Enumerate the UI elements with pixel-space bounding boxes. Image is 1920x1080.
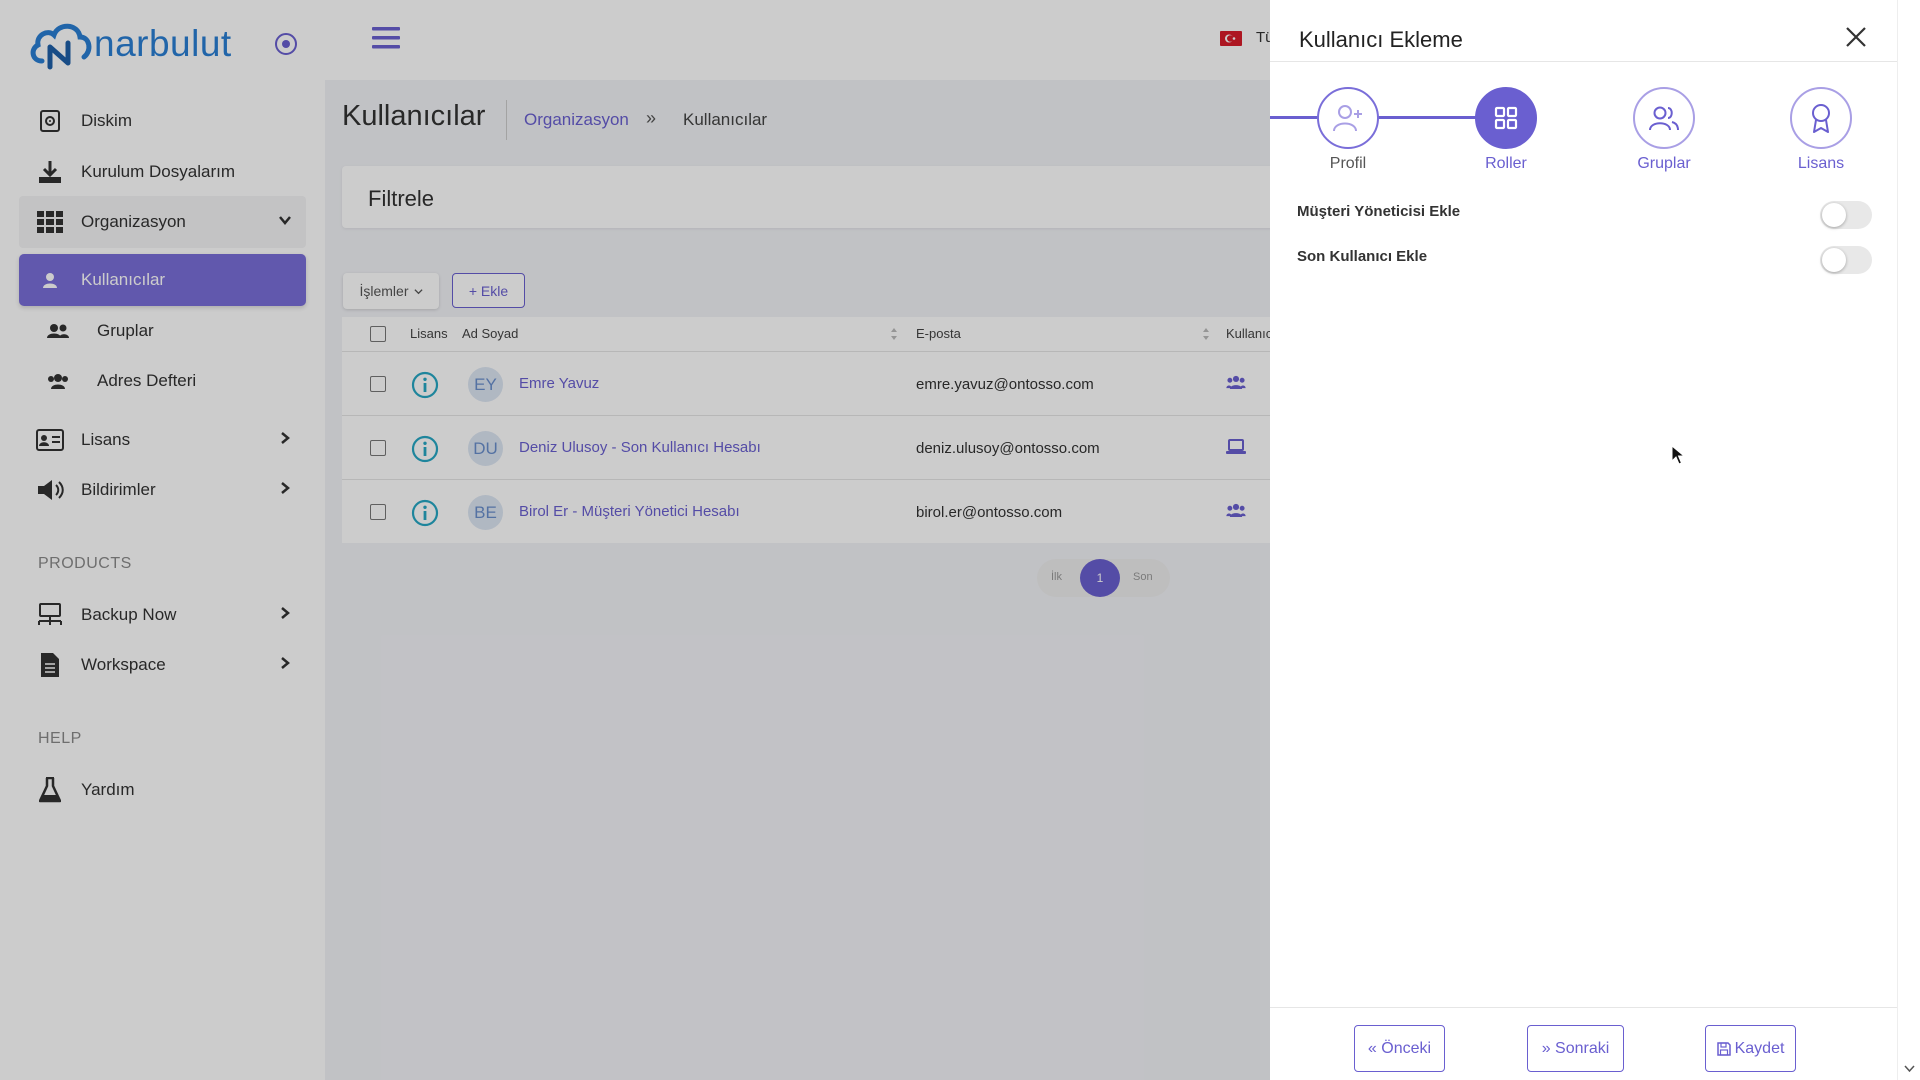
drawer-scrollbar[interactable]	[1897, 0, 1920, 1080]
toggle-musteri-yoneticisi[interactable]	[1820, 201, 1872, 229]
close-icon[interactable]	[1845, 26, 1867, 48]
toggle-son-kullanici[interactable]	[1820, 246, 1872, 274]
toggle-label-son-kullanici: Son Kullanıcı Ekle	[1297, 248, 1428, 265]
previous-button[interactable]: « Önceki	[1354, 1025, 1445, 1072]
stepper-line	[1270, 116, 1318, 119]
footer-divider	[1270, 1007, 1900, 1008]
step-lisans[interactable]	[1790, 87, 1852, 149]
chevron-down-icon[interactable]	[1904, 1065, 1915, 1073]
add-user-drawer: Kullanıcı Ekleme Profil Roller Gruplar L…	[1270, 0, 1920, 1080]
next-button[interactable]: » Sonraki	[1527, 1025, 1624, 1072]
step-label-lisans: Lisans	[1797, 155, 1845, 172]
mouse-cursor-icon	[1671, 445, 1685, 465]
drawer-divider	[1270, 61, 1900, 62]
users-icon	[1649, 106, 1679, 131]
step-label-roller: Roller	[1485, 155, 1527, 172]
toggle-label-musteri-yoneticisi: Müşteri Yöneticisi Ekle	[1297, 203, 1461, 220]
step-gruplar[interactable]	[1633, 87, 1695, 149]
step-label-profil: Profil	[1329, 155, 1367, 172]
step-profil[interactable]	[1317, 87, 1379, 149]
drawer-title: Kullanıcı Ekleme	[1299, 27, 1463, 52]
floppy-disk-icon	[1716, 1041, 1731, 1056]
user-plus-icon	[1333, 105, 1362, 132]
next-label: » Sonraki	[1541, 1039, 1610, 1057]
save-label: Kaydet	[1734, 1039, 1785, 1057]
modal-backdrop[interactable]	[0, 0, 1270, 1080]
previous-label: « Önceki	[1367, 1039, 1432, 1057]
step-roller[interactable]	[1475, 87, 1537, 149]
award-icon	[1812, 104, 1830, 133]
step-label-gruplar: Gruplar	[1637, 155, 1691, 172]
stepper-line	[1378, 116, 1477, 119]
grid-icon	[1494, 106, 1518, 130]
save-button[interactable]: Kaydet	[1705, 1025, 1796, 1072]
